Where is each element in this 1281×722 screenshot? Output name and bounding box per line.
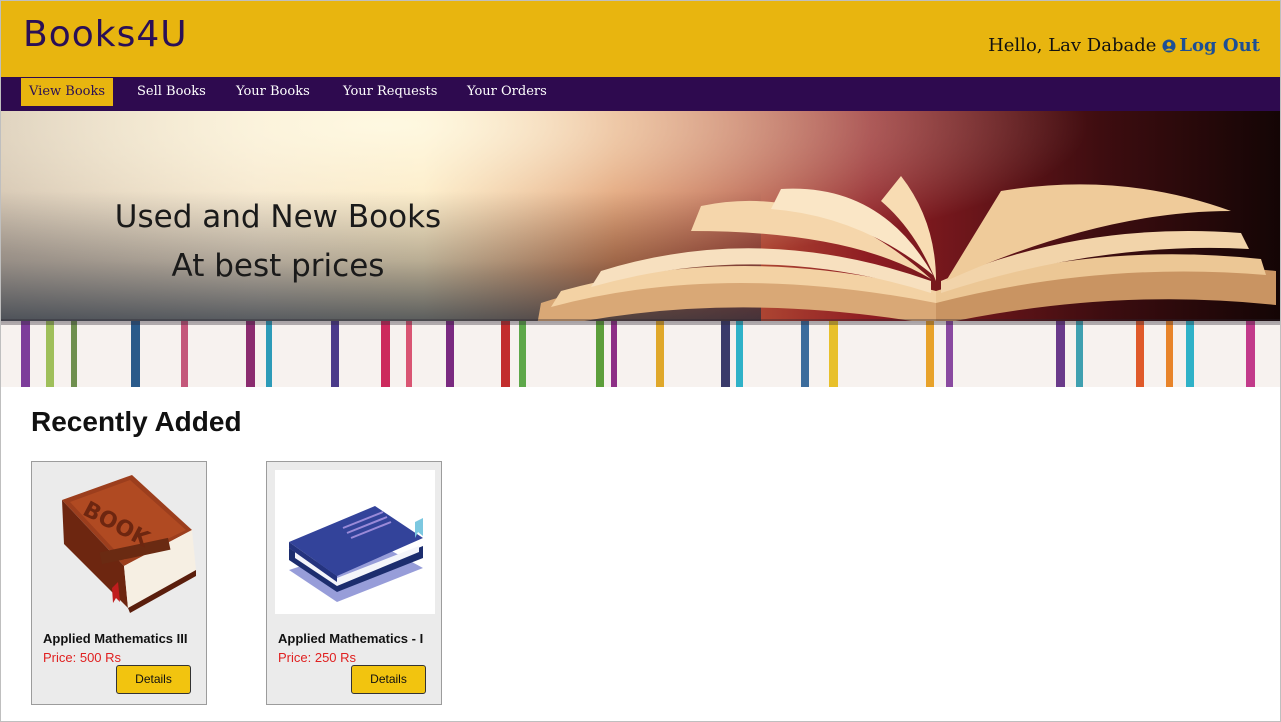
book-title: Applied Mathematics III [43, 631, 188, 646]
details-button[interactable]: Details [116, 665, 191, 694]
nav-item-your-orders[interactable]: Your Orders [459, 78, 555, 106]
user-area: Hello, Lav Dabade Log Out [988, 35, 1260, 56]
book-title: Applied Mathematics - I [278, 631, 424, 646]
book-image[interactable] [275, 470, 435, 614]
book-price: Price: 500 Rs [43, 650, 122, 665]
nav-bar: View Books Sell Books Your Books Your Re… [1, 77, 1280, 111]
section-title: Recently Added [31, 406, 242, 437]
nav-item-your-requests[interactable]: Your Requests [335, 78, 445, 106]
book-price: Price: 250 Rs [278, 650, 357, 665]
logout-link[interactable]: Log Out [1162, 35, 1260, 56]
banner-tagline: Used and New Books At best prices [93, 193, 463, 291]
hero-banner: Used and New Books At best prices [1, 111, 1280, 387]
user-greeting: Hello, Lav Dabade [988, 35, 1157, 56]
logo[interactable]: Books4U [23, 15, 188, 55]
blue-book-icon [289, 506, 423, 602]
header: Books4U Hello, Lav Dabade Log Out [1, 1, 1280, 77]
banner-line-2: At best prices [171, 248, 385, 284]
nav-item-your-books[interactable]: Your Books [228, 78, 318, 106]
nav-item-sell-books[interactable]: Sell Books [129, 78, 214, 106]
book-card[interactable]: Applied Mathematics - I Price: 250 Rs De… [266, 461, 442, 705]
details-button[interactable]: Details [351, 665, 426, 694]
banner-line-1: Used and New Books [114, 199, 442, 235]
logout-label: Log Out [1179, 35, 1260, 56]
nav-item-view-books[interactable]: View Books [21, 78, 114, 106]
page: Books4U Hello, Lav Dabade Log Out View B… [0, 0, 1281, 722]
user-icon [1162, 39, 1176, 52]
book-image[interactable]: BOOK [40, 470, 200, 614]
brown-book-icon: BOOK [62, 475, 196, 613]
book-card[interactable]: BOOK Applied Mathematics III Price: 500 … [31, 461, 207, 705]
